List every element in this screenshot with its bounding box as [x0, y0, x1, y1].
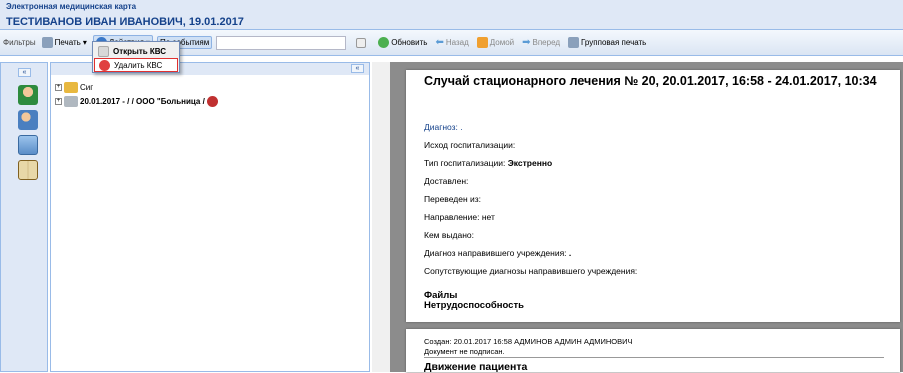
- expand-icon[interactable]: +: [55, 98, 62, 105]
- forward-button[interactable]: ➡ Вперед: [520, 36, 562, 49]
- refresh-label: Обновить: [391, 38, 428, 47]
- hospital-icon: [64, 96, 78, 107]
- users-icon[interactable]: [18, 110, 38, 130]
- field-referral: Направление: нет: [424, 212, 495, 222]
- tree-panel: « + Сиг + 20.01.2017 - / / ООО "Больница…: [50, 62, 370, 372]
- home-button[interactable]: Домой: [475, 36, 516, 49]
- refresh-button[interactable]: Обновить: [376, 36, 429, 49]
- tree-collapse-button[interactable]: «: [351, 64, 364, 73]
- splitter[interactable]: [372, 62, 390, 372]
- search-input[interactable]: [216, 35, 347, 50]
- case-document: Случай стационарного лечения № 20, 20.01…: [406, 70, 900, 322]
- clear-search-icon[interactable]: [356, 37, 367, 48]
- sidebar-collapse-button[interactable]: «: [18, 68, 31, 77]
- divider: [424, 357, 884, 358]
- print-label: Печать: [54, 38, 81, 47]
- tree-row[interactable]: + 20.01.2017 - / / ООО "Больница /: [55, 96, 218, 107]
- field-hospitalization-type: Тип госпитализации: Экстренно: [424, 158, 553, 168]
- movement-heading: Движение пациента: [424, 361, 528, 373]
- field-delivered: Доставлен:: [424, 176, 469, 186]
- app-title: Электронная медицинская карта: [6, 2, 137, 11]
- delete-icon: [99, 59, 110, 71]
- patient-title: ТЕСТИВАНОВ ИВАН ИВАНОВИЧ, 19.01.2017: [6, 16, 244, 28]
- printer-icon: [41, 37, 53, 48]
- group-print-label: Групповая печать: [581, 38, 647, 47]
- incapacity-heading: Нетрудоспособность: [424, 300, 524, 311]
- arrow-right-icon: ➡: [522, 37, 531, 48]
- case-title: Случай стационарного лечения № 20, 20.01…: [424, 74, 877, 88]
- field-issued-by: Кем выдано:: [424, 230, 474, 240]
- field-diagnosis: Диагноз: .: [424, 122, 463, 132]
- document-icon: [98, 45, 109, 57]
- filters-label: Фильтры: [3, 38, 36, 47]
- app-header: Электронная медицинская карта ТЕСТИВАНОВ…: [0, 0, 903, 30]
- created-document: Создан: 20.01.2017 16:58 АДМИНОВ АДМИН А…: [406, 329, 900, 373]
- tree-row-label: Сиг: [80, 83, 94, 92]
- forward-label: Вперед: [532, 38, 561, 47]
- printer-icon: [568, 37, 580, 48]
- open-kvs-menu-item[interactable]: Открыть КВС: [94, 44, 178, 58]
- monitor-user-icon[interactable]: [18, 135, 38, 155]
- book-icon[interactable]: [18, 160, 38, 180]
- chevron-down-icon: ▾: [82, 38, 87, 47]
- actions-menu: Открыть КВС Удалить КВС: [92, 41, 180, 73]
- tree-row[interactable]: + Сиг: [55, 82, 93, 93]
- doctor-icon: [206, 96, 218, 107]
- back-button[interactable]: ⬅ Назад: [433, 36, 470, 49]
- back-label: Назад: [445, 38, 469, 47]
- field-transferred-from: Переведен из:: [424, 194, 482, 204]
- sidebar: «: [0, 62, 48, 372]
- delete-kvs-menu-item[interactable]: Удалить КВС: [94, 58, 178, 72]
- created-info: Создан: 20.01.2017 16:58 АДМИНОВ АДМИН А…: [424, 337, 633, 346]
- group-print-button[interactable]: Групповая печать: [566, 36, 648, 49]
- menu-item-label: Удалить КВС: [114, 60, 163, 70]
- expand-icon[interactable]: +: [55, 84, 62, 91]
- print-button[interactable]: Печать ▾: [40, 36, 89, 49]
- folder-icon: [64, 82, 78, 93]
- signature-status: Документ не подписан.: [424, 347, 505, 356]
- field-outcome: Исход госпитализации:: [424, 140, 516, 150]
- files-heading: Файлы: [424, 290, 458, 301]
- field-referral-diagnosis: Диагноз направившего учреждения: .: [424, 248, 572, 258]
- refresh-icon: [378, 37, 390, 48]
- home-label: Домой: [489, 38, 515, 47]
- menu-item-label: Открыть КВС: [113, 46, 167, 56]
- tree-row-label: 20.01.2017 - / / ООО "Больница /: [80, 97, 205, 106]
- person-icon[interactable]: [18, 85, 38, 105]
- arrow-left-icon: ⬅: [435, 37, 444, 48]
- home-icon: [476, 37, 488, 48]
- field-concomitant-diagnoses: Сопутствующие диагнозы направившего учре…: [424, 266, 638, 276]
